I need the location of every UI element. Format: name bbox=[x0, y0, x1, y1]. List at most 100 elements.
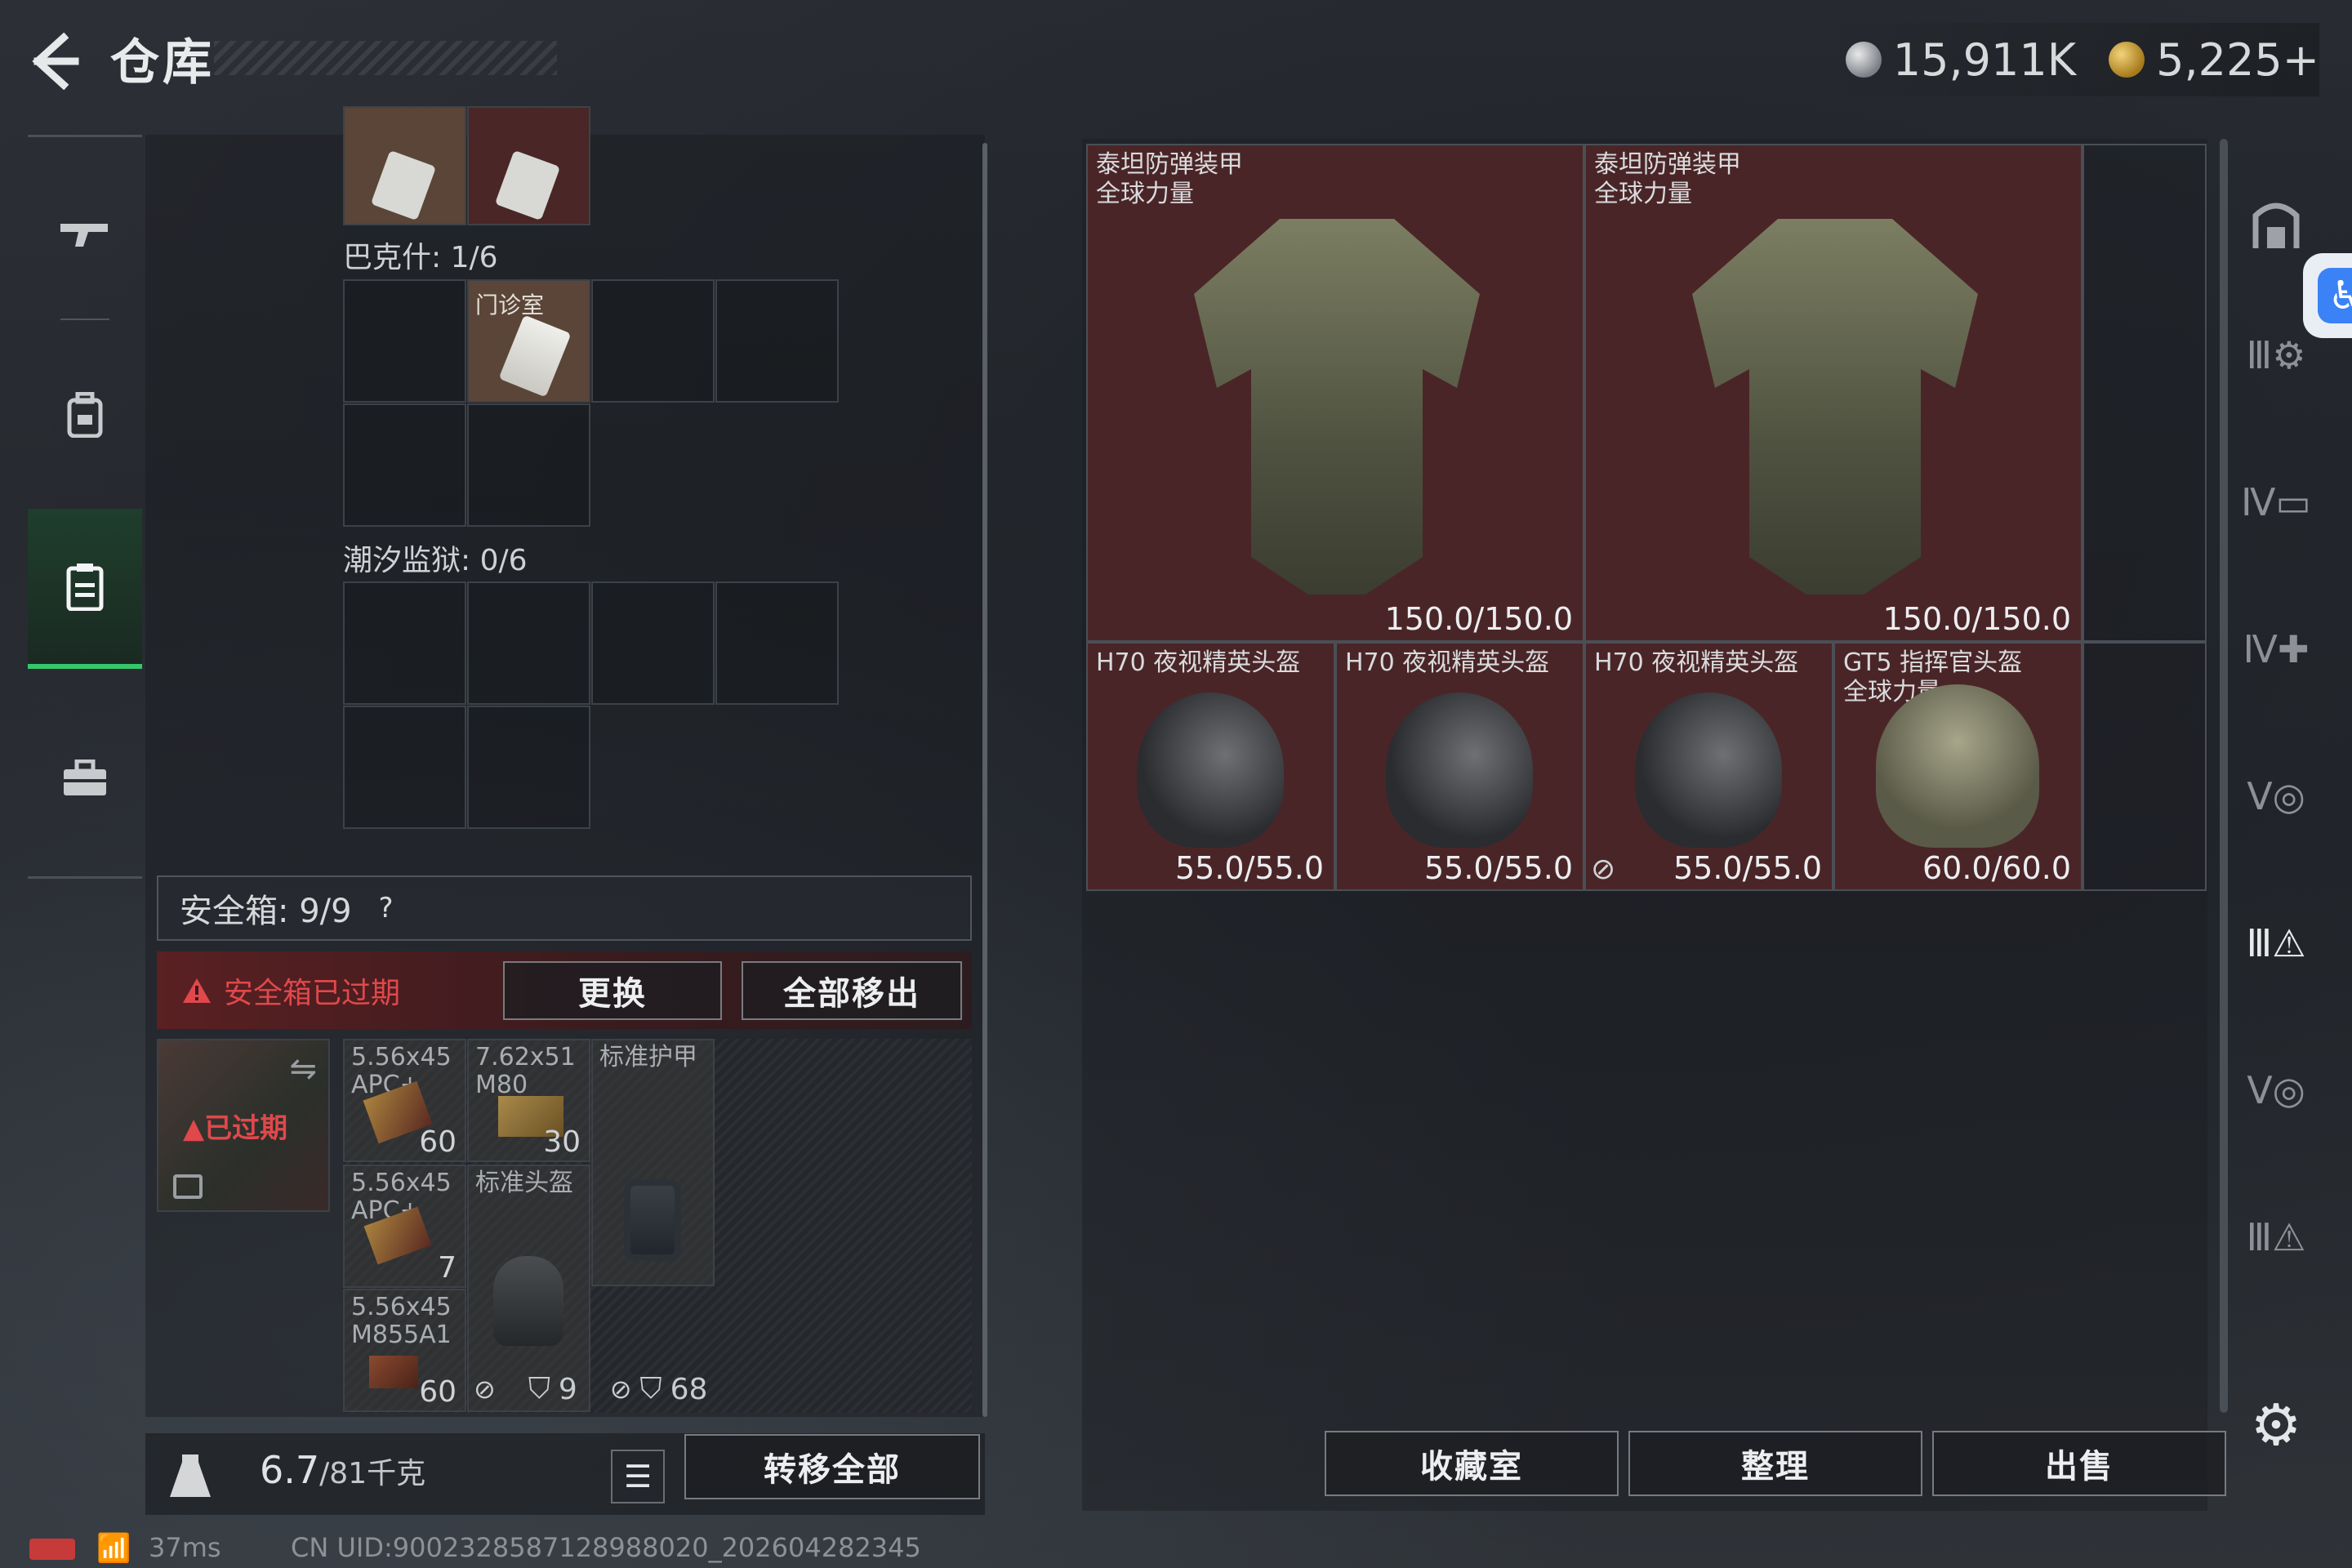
safe-case-image[interactable]: ⇋ ▲已过期 bbox=[157, 1039, 330, 1212]
gun-icon bbox=[60, 224, 108, 247]
item-durability: 55.0/55.0 bbox=[1423, 850, 1573, 886]
armor-item[interactable]: 泰坦防弹装甲 全球力量 150.0/150.0 bbox=[1086, 144, 1584, 642]
night-vision-helmet-icon bbox=[1137, 693, 1284, 848]
case-expired-status: ▲已过期 bbox=[183, 1106, 287, 1146]
item-name: 标准护甲 bbox=[599, 1043, 697, 1071]
item-durability: 150.0/150.0 bbox=[1384, 601, 1573, 637]
night-vision-helmet-icon bbox=[1635, 693, 1782, 848]
empty-slot[interactable] bbox=[2082, 642, 2207, 891]
tier-v-camera-icon[interactable]: Ⅴ◎ bbox=[2239, 1045, 2313, 1135]
item-slot-card[interactable]: 门诊室 bbox=[467, 279, 590, 403]
weight-icon bbox=[170, 1454, 211, 1497]
body-armor-icon bbox=[1692, 219, 1978, 595]
keycard-icon bbox=[370, 149, 437, 221]
armor-item[interactable]: 泰坦防弹装甲 全球力量 150.0/150.0 bbox=[1584, 144, 2082, 642]
item-slot[interactable] bbox=[343, 581, 466, 705]
remove-all-button[interactable]: 全部移出 bbox=[742, 961, 962, 1020]
weight-current: 6.7 bbox=[260, 1448, 320, 1492]
sidebar-backpack[interactable] bbox=[28, 337, 142, 492]
item-slot[interactable] bbox=[343, 279, 466, 403]
tier-iii-warning-icon[interactable]: Ⅲ⚠ bbox=[2239, 898, 2313, 988]
sort-button[interactable]: 整理 bbox=[1628, 1431, 1922, 1496]
tier-iii-warning-icon[interactable]: Ⅲ⚠ bbox=[2239, 1192, 2313, 1282]
safe-item-ammo[interactable]: 5.56x45 M855A1 60 bbox=[343, 1289, 466, 1412]
armor-icon bbox=[624, 1179, 681, 1261]
tier-v-camera-icon[interactable]: Ⅴ◎ bbox=[2239, 751, 2313, 841]
expired-warning-text: 安全箱已过期 bbox=[224, 977, 401, 1010]
item-name: 泰坦防弹装甲 全球力量 bbox=[1096, 150, 1243, 208]
collection-button[interactable]: 收藏室 bbox=[1325, 1431, 1619, 1496]
back-arrow-icon[interactable] bbox=[24, 32, 82, 91]
item-slot[interactable] bbox=[591, 581, 715, 705]
empty-slot[interactable] bbox=[2082, 144, 2207, 642]
item-durability: 150.0/150.0 bbox=[1882, 601, 2071, 637]
item-slot[interactable] bbox=[467, 581, 590, 705]
silver-currency: 15,911K bbox=[1845, 33, 2077, 86]
item-name: H70 夜视精英头盔 bbox=[1096, 648, 1301, 677]
silver-coin-icon bbox=[1845, 42, 1882, 78]
helmet-item[interactable]: H70 夜视精英头盔 ⊘ 55.0/55.0 bbox=[1584, 642, 1833, 891]
item-name: H70 夜视精英头盔 bbox=[1594, 648, 1799, 677]
helmet-value: 68 bbox=[670, 1372, 708, 1406]
accessibility-icon: ♿ bbox=[2318, 268, 2352, 323]
keycard-icon bbox=[494, 149, 561, 221]
helmet-icon bbox=[493, 1256, 564, 1346]
safe-item-ammo[interactable]: 5.56x45 APC+ 7 bbox=[343, 1165, 466, 1288]
silver-amount: 15,911K bbox=[1892, 33, 2077, 86]
tier-iv-folder-icon[interactable]: Ⅳ▭ bbox=[2239, 457, 2313, 547]
item-name: H70 夜视精英头盔 bbox=[1345, 648, 1550, 677]
sidebar-briefcase[interactable] bbox=[28, 701, 142, 856]
section-label: 潮汐监狱: 0/6 bbox=[343, 544, 528, 577]
transfer-all-button[interactable]: 转移全部 bbox=[684, 1434, 980, 1499]
item-slot[interactable] bbox=[467, 403, 590, 527]
item-count: 60 bbox=[419, 1375, 457, 1409]
item-slot[interactable] bbox=[715, 581, 839, 705]
warning-icon: ▲ bbox=[183, 1112, 205, 1145]
item-name: 标准头盔 bbox=[475, 1169, 573, 1197]
sidebar-storage[interactable] bbox=[28, 509, 142, 669]
item-slot[interactable] bbox=[343, 706, 466, 829]
list-view-icon[interactable]: ☰ bbox=[611, 1450, 665, 1503]
keycard-icon bbox=[498, 314, 572, 398]
safe-item-ammo[interactable]: 5.56x45 APC+ 60 bbox=[343, 1039, 466, 1162]
item-count: 60 bbox=[419, 1125, 457, 1159]
page-title: 仓库 bbox=[110, 34, 215, 91]
armor-value: 9 bbox=[558, 1372, 577, 1406]
gold-currency[interactable]: 5,225+ bbox=[2109, 34, 2319, 86]
item-slot[interactable] bbox=[715, 279, 839, 403]
backpack-icon bbox=[67, 392, 103, 438]
sell-button[interactable]: 出售 bbox=[1932, 1431, 2226, 1496]
item-slot[interactable] bbox=[467, 706, 590, 829]
help-icon[interactable]: ? bbox=[368, 890, 404, 926]
tier-iv-medical-icon[interactable]: Ⅳ✚ bbox=[2239, 604, 2313, 694]
tier-iii-repair-icon[interactable]: Ⅲ⚙ bbox=[2239, 310, 2313, 400]
helmet-item[interactable]: H70 夜视精英头盔 55.0/55.0 bbox=[1335, 642, 1584, 891]
gold-coin-icon bbox=[2109, 42, 2145, 78]
currency-bar: 15,911K 5,225+ bbox=[1812, 23, 2319, 96]
sidebar-weapons[interactable] bbox=[28, 158, 142, 313]
item-slot[interactable] bbox=[343, 106, 466, 225]
gear-icon[interactable]: ⚙ bbox=[2239, 1380, 2313, 1470]
safe-stats: ⊘ ⛉ 9 ⊘ ⛉ 68 bbox=[474, 1372, 707, 1406]
item-durability: 60.0/60.0 bbox=[1922, 850, 2071, 886]
item-slot[interactable] bbox=[343, 403, 466, 527]
left-sidebar bbox=[28, 135, 142, 879]
tier-sidebar: Ⅲ⚙ Ⅳ▭ Ⅳ✚ Ⅴ◎ Ⅲ⚠ Ⅴ◎ Ⅲ⚠ ⚙ bbox=[2239, 163, 2313, 1459]
inventory-scrollbar[interactable] bbox=[2220, 139, 2228, 1413]
safe-item-ammo[interactable]: 7.62x51 M80 30 bbox=[467, 1039, 590, 1162]
helmet-item[interactable]: H70 夜视精英头盔 55.0/55.0 bbox=[1086, 642, 1335, 891]
accessibility-button[interactable]: ♿ bbox=[2303, 253, 2352, 338]
shield-icon: ⛉ bbox=[528, 1372, 550, 1405]
helmet-item[interactable]: GT5 指挥官头盔 全球力量 60.0/60.0 bbox=[1833, 642, 2082, 891]
safe-item-armor[interactable]: 标准护甲 bbox=[591, 1039, 715, 1286]
item-slot[interactable] bbox=[467, 106, 590, 225]
replace-button[interactable]: 更换 bbox=[503, 961, 722, 1020]
status-bar: 📶 37ms CN UID:9002328587128988020_202604… bbox=[0, 1527, 2352, 1568]
item-name: 5.56x45 M855A1 bbox=[351, 1293, 452, 1349]
weight-max: /81千克 bbox=[319, 1457, 426, 1490]
item-slot[interactable] bbox=[591, 279, 715, 403]
section-label: 巴克什: 1/6 bbox=[343, 241, 498, 274]
tier-all-icon[interactable] bbox=[2239, 180, 2313, 270]
storage-scrollbar[interactable] bbox=[982, 143, 987, 1417]
weight-readout: 6.7/81千克 bbox=[260, 1448, 425, 1492]
